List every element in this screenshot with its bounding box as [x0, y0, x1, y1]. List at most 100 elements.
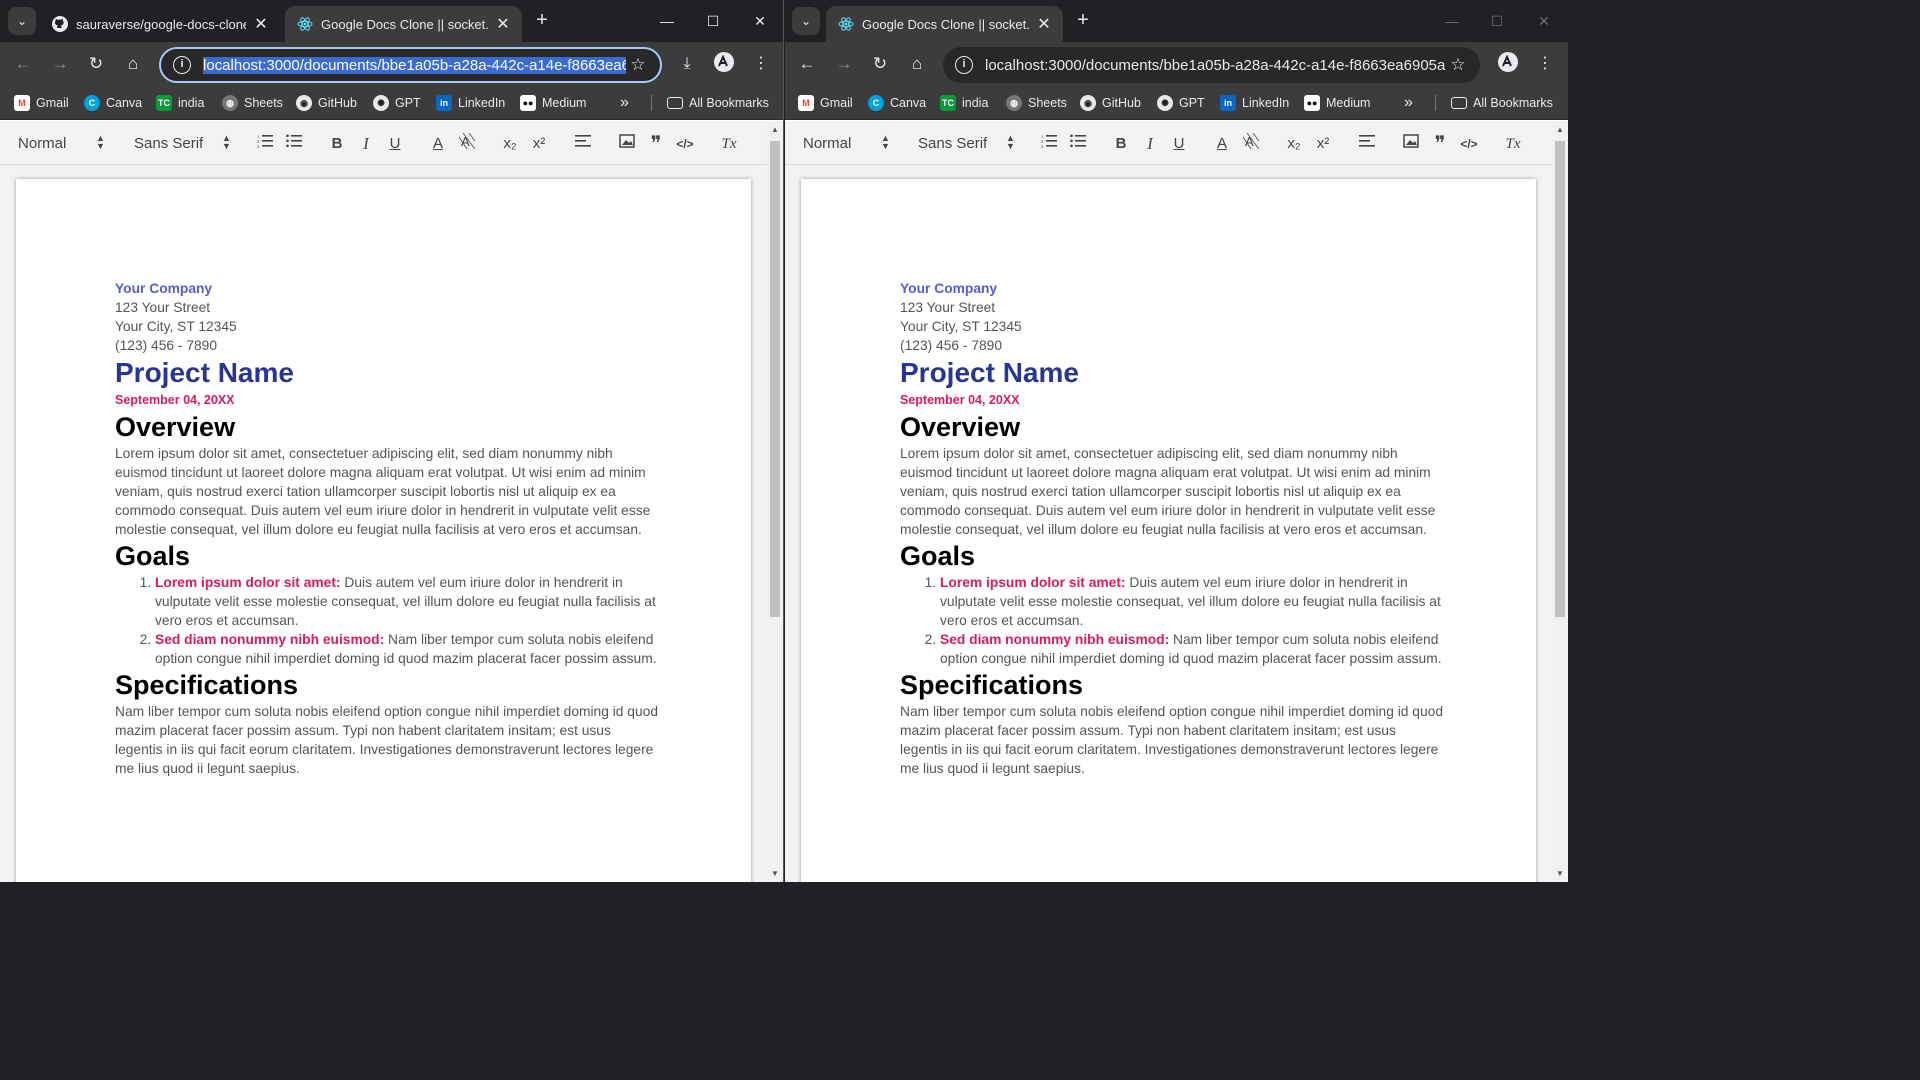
superscript-button[interactable]: x²	[1312, 133, 1334, 155]
text-color-button[interactable]: A	[427, 133, 449, 155]
code-block-button[interactable]: </>	[674, 133, 696, 155]
superscript-button[interactable]: x²	[528, 133, 550, 155]
bookmark-linkedin[interactable]: in LinkedIn	[1220, 94, 1289, 112]
font-select[interactable]: Sans Serif ▲ ▼	[918, 133, 1018, 153]
scrollbar-thumb[interactable]	[770, 141, 780, 617]
new-tab-button[interactable]: +	[1070, 8, 1096, 34]
bold-button[interactable]: B	[326, 133, 348, 155]
all-bookmarks-button[interactable]: All Bookmarks	[667, 94, 769, 112]
bookmarks-overflow-button[interactable]: »	[1404, 94, 1413, 112]
forward-button[interactable]: →	[831, 51, 857, 77]
minimize-button[interactable]: —	[652, 8, 682, 34]
tab-github[interactable]: sauraverse/google-docs-clone: ✕	[40, 6, 280, 42]
reload-button[interactable]: ↻	[867, 51, 893, 77]
tab-docs-clone[interactable]: Google Docs Clone || socket.io | ✕	[826, 6, 1063, 42]
maximize-button[interactable]: ☐	[1482, 8, 1512, 34]
bookmark-india[interactable]: TC india	[156, 94, 204, 112]
heading-select[interactable]: Normal ▲ ▼	[803, 133, 893, 153]
close-window-button[interactable]: ✕	[1529, 8, 1559, 34]
reload-button[interactable]: ↻	[83, 51, 109, 77]
bookmark-github[interactable]: ◉ GitHub	[296, 94, 357, 112]
close-window-button[interactable]: ✕	[745, 8, 775, 34]
bookmark-github[interactable]: ◉ GitHub	[1080, 94, 1141, 112]
font-select[interactable]: Sans Serif ▲ ▼	[134, 133, 234, 153]
url-text[interactable]: localhost:3000/documents/bbe1a05b-a28a-4…	[985, 57, 1446, 74]
address-bar[interactable]: i localhost:3000/documents/bbe1a05b-a28a…	[943, 47, 1480, 83]
ordered-list-icon[interactable]: 123	[254, 133, 276, 155]
site-info-icon[interactable]: i	[173, 56, 191, 74]
minimize-button[interactable]: —	[1437, 8, 1467, 34]
image-icon[interactable]	[1400, 133, 1422, 155]
image-icon[interactable]	[616, 133, 638, 155]
new-tab-button[interactable]: +	[529, 8, 555, 34]
scrollbar-thumb[interactable]	[1555, 141, 1565, 617]
scroll-down-icon[interactable]: ▼	[1552, 869, 1568, 878]
underline-button[interactable]: U	[384, 133, 406, 155]
bookmark-star-icon[interactable]: ☆	[626, 55, 650, 75]
bookmark-medium[interactable]: ●● Medium	[520, 94, 586, 112]
close-tab-icon[interactable]: ✕	[252, 14, 270, 34]
close-tab-icon[interactable]: ✕	[1035, 14, 1053, 34]
home-button[interactable]: ⌂	[120, 51, 146, 77]
home-button[interactable]: ⌂	[904, 51, 930, 77]
bold-button[interactable]: B	[1110, 133, 1132, 155]
bookmarks-overflow-button[interactable]: »	[620, 94, 629, 112]
italic-button[interactable]: I	[355, 133, 377, 155]
text-color-button[interactable]: A	[1211, 133, 1233, 155]
profile-avatar[interactable]	[1495, 51, 1521, 77]
document-page[interactable]: Your Company 123 Your Street Your City, …	[16, 179, 751, 882]
code-block-button[interactable]: </>	[1458, 133, 1480, 155]
document-page[interactable]: Your Company 123 Your Street Your City, …	[801, 179, 1536, 882]
bookmark-linkedin[interactable]: in LinkedIn	[436, 94, 505, 112]
maximize-button[interactable]: ☐	[698, 8, 728, 34]
menu-icon[interactable]: ⋮	[1532, 51, 1558, 77]
blockquote-button[interactable]: ❞	[645, 133, 667, 155]
clear-format-button[interactable]: Tx	[718, 133, 740, 155]
background-color-icon[interactable]: A	[1240, 132, 1262, 155]
bookmark-medium[interactable]: ●● Medium	[1304, 94, 1370, 112]
back-button[interactable]: ←	[10, 51, 36, 77]
subscript-button[interactable]: x₂	[1283, 133, 1305, 155]
bookmark-canva[interactable]: C Canva	[868, 94, 926, 112]
bullet-list-icon[interactable]	[1067, 133, 1089, 155]
bookmark-sheets[interactable]: ◍ Sheets	[222, 94, 283, 112]
menu-icon[interactable]: ⋮	[748, 51, 774, 77]
document-body[interactable]: Your Company 123 Your Street Your City, …	[900, 279, 1445, 778]
bookmark-canva[interactable]: C Canva	[84, 94, 142, 112]
all-bookmarks-button[interactable]: All Bookmarks	[1451, 94, 1553, 112]
tab-docs-clone[interactable]: Google Docs Clone || socket.io | ✕	[285, 6, 522, 42]
address-bar[interactable]: i localhost:3000/documents/bbe1a05b-a28a…	[159, 47, 662, 83]
profile-avatar[interactable]	[711, 51, 737, 77]
bookmark-gpt[interactable]: ✺ GPT	[373, 94, 421, 112]
scroll-up-icon[interactable]: ▲	[767, 125, 783, 134]
url-text[interactable]: localhost:3000/documents/bbe1a05b-a28a-4…	[203, 56, 626, 74]
scrollbar[interactable]: ▲ ▼	[1552, 121, 1568, 882]
bookmark-gmail[interactable]: M Gmail	[14, 94, 69, 112]
scroll-down-icon[interactable]: ▼	[767, 869, 783, 878]
subscript-button[interactable]: x₂	[499, 133, 521, 155]
align-icon[interactable]	[1356, 133, 1378, 155]
document-body[interactable]: Your Company 123 Your Street Your City, …	[115, 279, 660, 778]
bookmark-star-icon[interactable]: ☆	[1446, 55, 1470, 75]
ordered-list-icon[interactable]: 123	[1038, 133, 1060, 155]
bookmark-sheets[interactable]: ◍ Sheets	[1006, 94, 1067, 112]
align-icon[interactable]	[572, 133, 594, 155]
forward-button[interactable]: →	[47, 51, 73, 77]
blockquote-button[interactable]: ❞	[1429, 133, 1451, 155]
underline-button[interactable]: U	[1168, 133, 1190, 155]
background-color-icon[interactable]: A	[456, 132, 478, 155]
download-icon[interactable]: ⤓	[674, 51, 700, 77]
tab-search-button[interactable]: ⌄	[8, 7, 36, 35]
heading-select[interactable]: Normal ▲ ▼	[18, 133, 108, 153]
scroll-up-icon[interactable]: ▲	[1552, 125, 1568, 134]
clear-format-button[interactable]: Tx	[1502, 133, 1524, 155]
back-button[interactable]: ←	[794, 51, 820, 77]
bullet-list-icon[interactable]	[283, 133, 305, 155]
bookmark-gpt[interactable]: ✺ GPT	[1157, 94, 1205, 112]
close-tab-icon[interactable]: ✕	[494, 14, 512, 34]
site-info-icon[interactable]: i	[955, 56, 973, 74]
bookmark-gmail[interactable]: M Gmail	[798, 94, 853, 112]
bookmark-india[interactable]: TC india	[940, 94, 988, 112]
tab-search-button[interactable]: ⌄	[792, 7, 820, 35]
italic-button[interactable]: I	[1139, 133, 1161, 155]
